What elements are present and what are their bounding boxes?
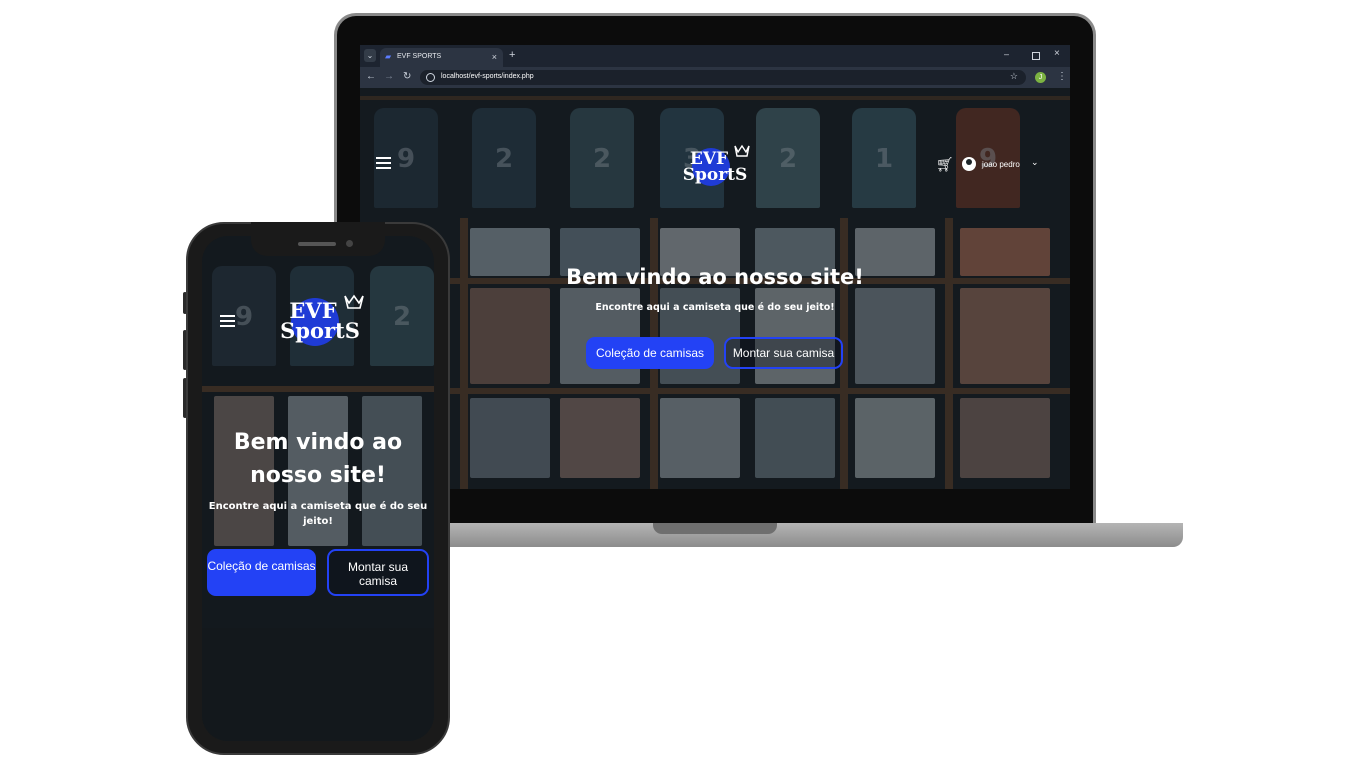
browser-toolbar: ← → ↻ localhost/evf-sports/index.php ☆ J… (360, 67, 1070, 88)
window-close-button[interactable]: × (1054, 48, 1060, 59)
laptop-screen: ⌄ ▰ EVF SPORTS × + – × ← → ↻ localhost/e… (360, 45, 1070, 489)
build-shirt-button[interactable]: Montar sua camisa (327, 549, 429, 596)
tab-close-button[interactable]: × (492, 52, 497, 62)
tab-search-button[interactable]: ⌄ (364, 49, 376, 62)
evf-sports-logo[interactable]: EVF SportS (675, 140, 755, 190)
menu-icon[interactable] (220, 315, 235, 330)
svg-text:SportS: SportS (280, 318, 360, 343)
url-text: localhost/evf-sports/index.php (441, 73, 534, 80)
site-info-icon[interactable] (426, 73, 435, 82)
new-tab-button[interactable]: + (509, 49, 515, 61)
laptop-notch (653, 523, 777, 534)
address-bar[interactable]: localhost/evf-sports/index.php ☆ (420, 70, 1026, 85)
tab-title: EVF SPORTS (397, 53, 442, 60)
site-page: 9 2 2 3 2 1 9 EVF SportS 🛒︎ joao pedro ⌄… (360, 88, 1070, 489)
svg-text:SportS: SportS (683, 165, 748, 185)
collection-button[interactable]: Coleção de camisas (207, 549, 316, 596)
phone-speaker (298, 242, 336, 246)
evf-sports-logo[interactable]: EVF SportS (270, 288, 370, 350)
cart-icon[interactable]: 🛒︎ (936, 156, 954, 173)
collection-button[interactable]: Coleção de camisas (586, 337, 714, 369)
phone-notch (251, 222, 385, 256)
hero-subtitle: Encontre aqui a camiseta que é do seu je… (595, 302, 835, 313)
hero-title: Bem vindo ao nosso site! (566, 265, 864, 289)
phone-screen: 9 2 2 EVF SportS Bem vindo ao nosso site… (202, 236, 434, 741)
favicon-icon: ▰ (385, 52, 392, 61)
profile-avatar[interactable]: J (1035, 72, 1046, 83)
browser-tab[interactable]: ▰ EVF SPORTS × (380, 48, 503, 67)
window-maximize-button[interactable] (1032, 52, 1040, 60)
hero-subtitle: Encontre aqui a camiseta que é do seu je… (208, 501, 428, 527)
build-shirt-button[interactable]: Montar sua camisa (724, 337, 843, 369)
forward-icon[interactable]: → (384, 71, 394, 82)
user-name[interactable]: joao pedro (982, 160, 1020, 169)
hero-title: Bem vindo ao nosso site! (233, 430, 403, 488)
browser-tabstrip: ⌄ ▰ EVF SPORTS × + – × (360, 45, 1070, 67)
browser-menu-icon[interactable]: ⋮ (1057, 71, 1067, 82)
star-icon[interactable]: ☆ (1010, 71, 1018, 82)
user-icon[interactable] (962, 157, 976, 171)
menu-icon[interactable] (376, 157, 391, 172)
phone-camera (346, 240, 353, 247)
reload-icon[interactable]: ↻ (403, 71, 411, 82)
back-icon[interactable]: ← (366, 71, 376, 82)
window-minimize-button[interactable]: – (1004, 49, 1009, 59)
chevron-down-icon[interactable]: ⌄ (1031, 157, 1039, 168)
